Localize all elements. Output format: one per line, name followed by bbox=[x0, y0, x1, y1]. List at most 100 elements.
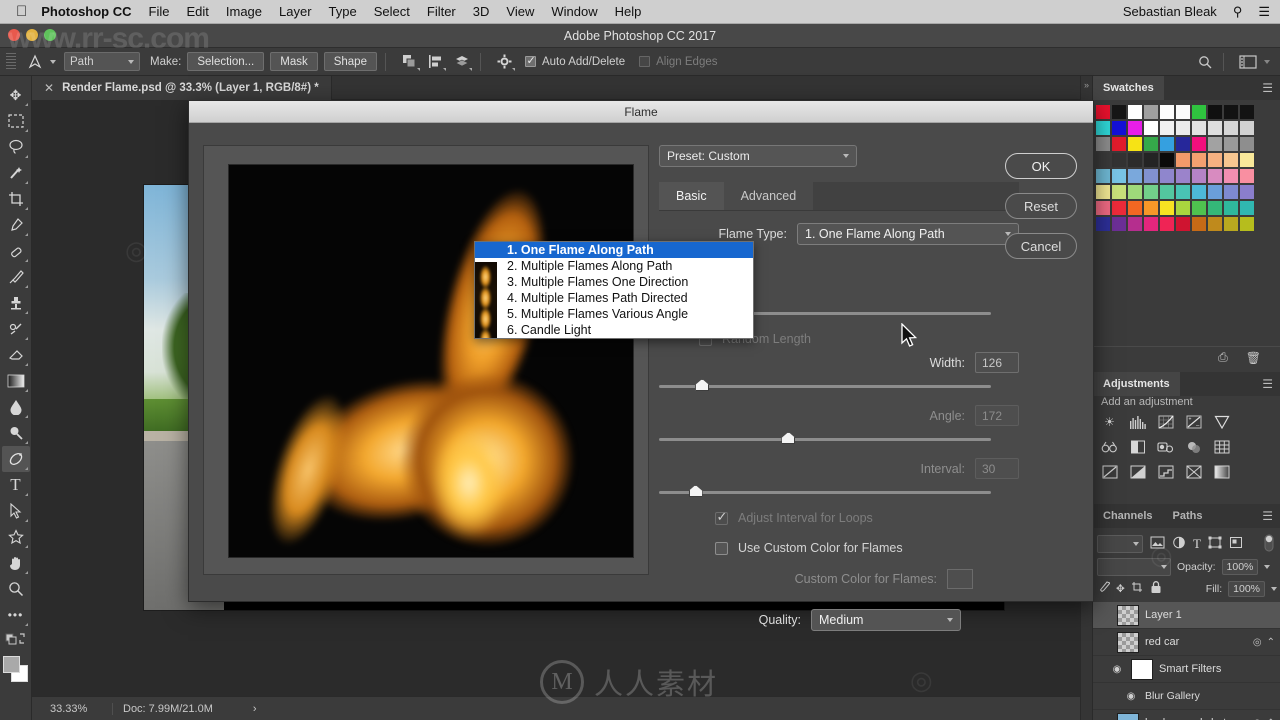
posterize-icon[interactable] bbox=[1155, 462, 1176, 481]
tool-preset-chevron-down-icon[interactable] bbox=[50, 59, 56, 64]
color-swatch[interactable] bbox=[1111, 152, 1127, 168]
color-swatch[interactable] bbox=[1095, 120, 1111, 136]
minimize-window-button[interactable] bbox=[26, 29, 38, 41]
marquee-tool[interactable] bbox=[2, 108, 30, 134]
layer-effects-icons[interactable]: ◎⌃ bbox=[1253, 637, 1280, 648]
layer-row[interactable]: Layer 1 bbox=[1093, 602, 1280, 629]
move-tool[interactable]: ✥ bbox=[2, 82, 30, 108]
color-swatch[interactable] bbox=[1191, 200, 1207, 216]
photo-filter-icon[interactable] bbox=[1183, 437, 1204, 456]
maximize-window-button[interactable] bbox=[44, 29, 56, 41]
color-swatch[interactable] bbox=[1127, 184, 1143, 200]
color-swatch[interactable] bbox=[1095, 104, 1111, 120]
opacity-chevron-down-icon[interactable] bbox=[1264, 565, 1271, 569]
color-swatch[interactable] bbox=[1239, 104, 1255, 120]
flame-type-dropdown[interactable]: 1. One Flame Along Path 2. Multiple Flame… bbox=[474, 241, 754, 339]
layer-filter-type-select[interactable] bbox=[1097, 535, 1143, 553]
color-swatch[interactable] bbox=[1095, 216, 1111, 232]
fill-chevron-down-icon[interactable] bbox=[1271, 587, 1277, 591]
layer-row[interactable]: red car ◎ ⌃ bbox=[1093, 629, 1280, 656]
color-swatch[interactable] bbox=[1223, 168, 1239, 184]
dodge-tool[interactable] bbox=[2, 420, 30, 446]
brush-tool[interactable] bbox=[2, 264, 30, 290]
window-traffic-lights[interactable] bbox=[8, 29, 56, 41]
color-swatch[interactable] bbox=[1143, 136, 1159, 152]
document-tab[interactable]: ✕ Render Flame.psd @ 33.3% (Layer 1, RGB… bbox=[32, 75, 332, 100]
color-swatch[interactable] bbox=[1127, 104, 1143, 120]
make-shape-button[interactable]: Shape bbox=[323, 52, 377, 71]
color-swatch[interactable] bbox=[1111, 216, 1127, 232]
color-swatch[interactable] bbox=[1143, 184, 1159, 200]
preset-select[interactable]: Preset: Custom bbox=[659, 145, 857, 167]
gear-icon[interactable] bbox=[495, 52, 515, 72]
account-name[interactable]: Sebastian Bleak bbox=[1123, 4, 1217, 19]
crop-tool[interactable] bbox=[2, 186, 30, 212]
eye-icon[interactable]: ◉ bbox=[1109, 664, 1125, 675]
color-swatch[interactable] bbox=[1159, 184, 1175, 200]
trash-icon[interactable]: 🗑 bbox=[1246, 351, 1261, 365]
color-swatch[interactable] bbox=[1223, 184, 1239, 200]
flame-type-option-list[interactable]: 1. One Flame Along Path 2. Multiple Flame… bbox=[475, 242, 753, 338]
color-swatch[interactable] bbox=[1223, 216, 1239, 232]
ok-button[interactable]: OK bbox=[1005, 153, 1077, 179]
color-swatch[interactable] bbox=[1207, 136, 1223, 152]
menu-help[interactable]: Help bbox=[615, 4, 642, 19]
color-swatch[interactable] bbox=[1207, 168, 1223, 184]
fill-value[interactable]: 100% bbox=[1228, 581, 1265, 597]
color-swatch[interactable] bbox=[1191, 120, 1207, 136]
tab-advanced[interactable]: Advanced bbox=[724, 182, 814, 210]
tab-adjustments[interactable]: Adjustments bbox=[1093, 372, 1180, 396]
tab-swatches[interactable]: Swatches bbox=[1093, 76, 1164, 100]
color-swatch[interactable] bbox=[1207, 120, 1223, 136]
search-icon[interactable]: ⚲ bbox=[1233, 4, 1243, 20]
color-swatch[interactable] bbox=[1127, 200, 1143, 216]
color-swatch[interactable] bbox=[1207, 152, 1223, 168]
adjustment-filter-icon[interactable] bbox=[1172, 536, 1186, 552]
healing-brush-tool[interactable] bbox=[2, 238, 30, 264]
color-lookup-icon[interactable] bbox=[1099, 462, 1120, 481]
layer-row[interactable]: ◉ Blur Gallery bbox=[1093, 683, 1280, 710]
shape-tool[interactable] bbox=[2, 524, 30, 550]
flame-type-option[interactable]: 5. Multiple Flames Various Angle bbox=[475, 306, 753, 322]
list-icon[interactable]: ☰ bbox=[1258, 4, 1270, 20]
menu-edit[interactable]: Edit bbox=[186, 4, 208, 19]
quality-select[interactable]: Medium bbox=[811, 609, 961, 631]
tab-channels[interactable]: Channels bbox=[1093, 504, 1163, 528]
close-icon[interactable]: ✕ bbox=[44, 81, 54, 95]
color-swatch[interactable] bbox=[1239, 120, 1255, 136]
color-swatch[interactable] bbox=[1159, 168, 1175, 184]
color-swatch[interactable] bbox=[1175, 136, 1191, 152]
gradient-tool[interactable] bbox=[2, 368, 30, 394]
pen-tool[interactable] bbox=[1, 446, 30, 472]
type-filter-icon[interactable]: T bbox=[1193, 536, 1201, 552]
color-swatch[interactable] bbox=[1127, 168, 1143, 184]
layers-list[interactable]: Layer 1 red car ◎ ⌃ ◉ Smart Filters ◉ Blur Gall… bbox=[1093, 602, 1280, 720]
color-swatch[interactable] bbox=[1239, 168, 1255, 184]
color-swatch[interactable] bbox=[1111, 168, 1127, 184]
color-swatch[interactable] bbox=[1239, 136, 1255, 152]
color-swatch[interactable] bbox=[1095, 200, 1111, 216]
menu-image[interactable]: Image bbox=[226, 4, 262, 19]
path-mode-select[interactable]: Path bbox=[64, 52, 140, 71]
flame-type-option[interactable]: 4. Multiple Flames Path Directed bbox=[475, 290, 753, 306]
color-swatch[interactable] bbox=[1207, 184, 1223, 200]
smart-object-badge-icon[interactable]: ◎ bbox=[1253, 637, 1262, 648]
color-swatch[interactable] bbox=[1159, 120, 1175, 136]
menu-layer[interactable]: Layer bbox=[279, 4, 312, 19]
color-swatch[interactable] bbox=[1127, 152, 1143, 168]
color-swatch[interactable] bbox=[1111, 104, 1127, 120]
color-swatch[interactable] bbox=[1095, 136, 1111, 152]
lock-position-icon[interactable] bbox=[1131, 581, 1144, 597]
color-swatch[interactable] bbox=[1143, 104, 1159, 120]
lock-all-icon[interactable] bbox=[1150, 581, 1162, 597]
color-swatch[interactable] bbox=[1111, 120, 1127, 136]
panel-menu-icon[interactable]: ☰ bbox=[1262, 81, 1280, 95]
clone-stamp-tool[interactable] bbox=[2, 290, 30, 316]
menu-3d[interactable]: 3D bbox=[473, 4, 490, 19]
eyedropper-tool[interactable] bbox=[2, 212, 30, 238]
color-swatch[interactable] bbox=[1191, 168, 1207, 184]
path-operations-icon[interactable] bbox=[400, 52, 420, 72]
color-swatch[interactable] bbox=[1159, 200, 1175, 216]
color-swatch[interactable] bbox=[1239, 216, 1255, 232]
color-swatch[interactable] bbox=[1095, 152, 1111, 168]
